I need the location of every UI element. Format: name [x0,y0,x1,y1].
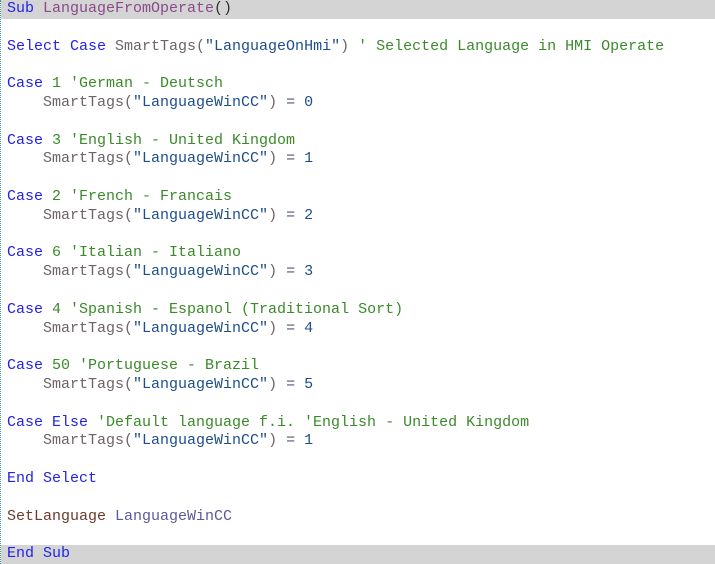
code-token: SmartTags( [7,206,134,224]
code-token: "LanguageWinCC" [133,206,269,224]
code-token: LanguageFromOperate [43,0,215,17]
code-token: 1 'German - Deutsch [52,75,224,93]
code-token: ' Selected Language in HMI Operate [349,37,665,55]
code-token: SmartTags( [7,432,134,450]
code-token: SmartTags( [115,37,206,55]
code-token: "LanguageWinCC" [133,93,269,111]
code-token: "LanguageWinCC" [133,319,269,337]
code-line[interactable]: Case 2 'French - Francais [1,188,715,207]
code-token: "LanguageWinCC" [133,150,269,168]
code-token: () [214,0,233,17]
code-token: = [277,93,305,111]
code-token: SetLanguage [7,507,116,525]
code-token: SmartTags( [7,93,134,111]
code-line[interactable]: SetLanguage LanguageWinCC [1,508,715,527]
code-token: 3 'English - United Kingdom [52,131,296,149]
code-line[interactable]: Select Case SmartTags("LanguageOnHmi") '… [1,38,715,57]
code-token: "LanguageWinCC" [133,375,269,393]
code-token: "LanguageWinCC" [133,263,269,281]
code-token: = [277,150,305,168]
code-token: LanguageWinCC [115,507,233,525]
code-line[interactable]: SmartTags("LanguageWinCC") = 1 [1,432,715,451]
code-token: ) [268,432,278,450]
code-line[interactable]: SmartTags("LanguageWinCC") = 3 [1,263,715,282]
code-token: 'Default language f.i. 'English - United… [97,413,530,431]
code-token: 50 'Portuguese - Brazil [52,357,260,375]
code-token: End Select [7,469,98,487]
code-line[interactable] [1,113,715,132]
code-token: = [277,206,305,224]
code-token: Case [7,244,53,262]
code-token: Case [7,187,53,205]
code-token: = [277,319,305,337]
code-token: Select Case [7,37,116,55]
code-token: SmartTags( [7,150,134,168]
code-line[interactable]: Case 4 'Spanish - Espanol (Traditional S… [1,301,715,320]
code-token: 2 [304,206,314,224]
code-line[interactable]: Case Else 'Default language f.i. 'Englis… [1,414,715,433]
code-line[interactable] [1,489,715,508]
code-token: 4 [304,319,314,337]
code-line[interactable] [1,338,715,357]
code-token: 2 'French - Francais [52,187,233,205]
code-line[interactable] [1,451,715,470]
code-token: SmartTags( [7,375,134,393]
code-editor[interactable]: Sub LanguageFromOperate() Select Case Sm… [0,0,715,564]
code-token: = [277,263,305,281]
code-token: 5 [304,375,314,393]
code-token: Case Else [7,413,98,431]
code-token: Case [7,131,53,149]
code-line[interactable]: Sub LanguageFromOperate() [1,0,715,19]
code-token: ) [268,375,278,393]
code-line[interactable]: End Sub [1,545,715,564]
code-token: 1 [304,150,314,168]
code-line[interactable] [1,395,715,414]
code-token: ) [268,263,278,281]
code-token: End Sub [7,545,71,563]
code-token: = [277,432,305,450]
code-token: SmartTags( [7,263,134,281]
code-token: Sub [7,0,44,17]
code-token: ) [268,93,278,111]
code-line[interactable] [1,169,715,188]
code-line[interactable]: SmartTags("LanguageWinCC") = 4 [1,320,715,339]
code-line[interactable] [1,19,715,38]
code-token: Case [7,75,53,93]
code-token: 4 'Spanish - Espanol (Traditional Sort) [52,300,404,318]
code-line[interactable] [1,226,715,245]
code-token: Case [7,357,53,375]
code-line[interactable]: Case 1 'German - Deutsch [1,75,715,94]
code-token: ) [268,150,278,168]
code-token: 6 'Italian - Italiano [52,244,242,262]
code-token: "LanguageWinCC" [133,432,269,450]
code-token: 0 [304,93,314,111]
code-line[interactable]: SmartTags("LanguageWinCC") = 1 [1,150,715,169]
code-token: Case [7,300,53,318]
code-line[interactable]: Case 6 'Italian - Italiano [1,244,715,263]
code-line[interactable]: Case 3 'English - United Kingdom [1,132,715,151]
code-line[interactable]: SmartTags("LanguageWinCC") = 0 [1,94,715,113]
code-line[interactable]: End Select [1,470,715,489]
code-line[interactable] [1,56,715,75]
code-token: 1 [304,432,314,450]
code-token: "LanguageOnHmi" [205,37,341,55]
code-token: ) [340,37,350,55]
code-token: = [277,375,305,393]
code-line[interactable] [1,526,715,545]
code-line[interactable] [1,282,715,301]
code-token: ) [268,319,278,337]
code-token: ) [268,206,278,224]
code-line[interactable]: Case 50 'Portuguese - Brazil [1,357,715,376]
code-token: SmartTags( [7,319,134,337]
code-token: 3 [304,263,314,281]
code-line[interactable]: SmartTags("LanguageWinCC") = 2 [1,207,715,226]
code-line[interactable]: SmartTags("LanguageWinCC") = 5 [1,376,715,395]
